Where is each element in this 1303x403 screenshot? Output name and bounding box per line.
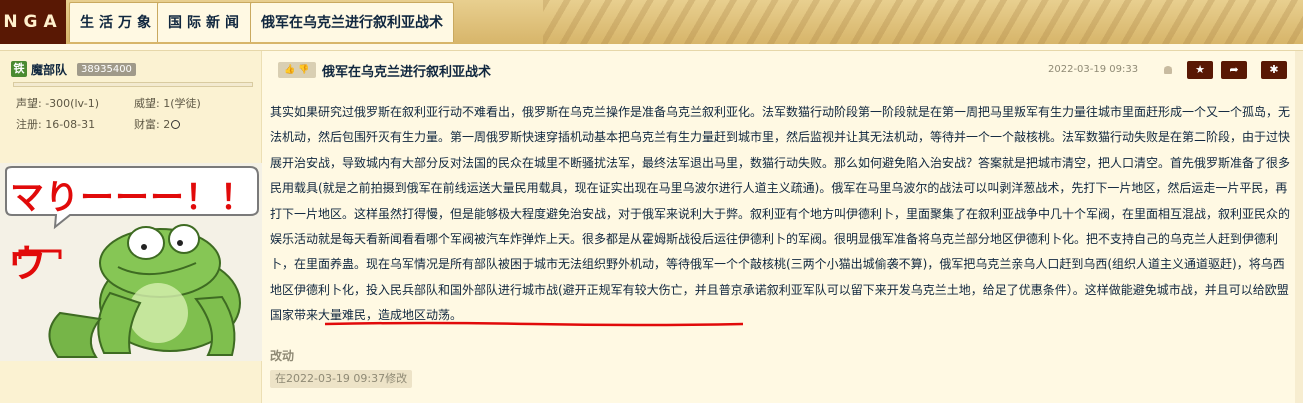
gear-icon[interactable]: ✱ — [1261, 61, 1287, 79]
post-title: 俄军在乌克兰进行叙利亚战术 — [322, 65, 492, 80]
scrollbar[interactable] — [1295, 51, 1303, 403]
bracket-label: ウ — [8, 242, 47, 286]
user-line: 铁 魔部队 38935400 — [11, 60, 136, 78]
edit-time: 在2022-03-19 09:37修改 — [270, 370, 413, 388]
stat-registered: 注册: 16-08-31 — [16, 118, 96, 131]
post-text-highlight: 并且普京承诺叙利亚军队可以留下来开发乌克兰土地，给足了优惠条件） — [694, 282, 1073, 297]
reputation-bar — [13, 82, 253, 87]
android-icon — [1164, 66, 1172, 74]
speech-text: マりーーー！！ — [10, 178, 255, 218]
nav-tab-international-news[interactable]: 国际新闻 — [157, 2, 255, 42]
top-nav-bar: NGA 生活万象 国际新闻 俄军在乌克兰进行叙利亚战术 — [0, 0, 1303, 44]
nga-logo[interactable]: NGA — [0, 0, 66, 44]
red-underline-mark — [324, 321, 744, 327]
user-badge: 铁 — [11, 61, 27, 77]
forum-post: 铁 魔部队 38935400 声望: -300(lv-1) 威望: 1(学徒) … — [0, 50, 1303, 403]
user-avatar[interactable]: マりーーー！！ ウ — [0, 163, 262, 361]
username-link[interactable]: 魔部队 — [31, 61, 67, 78]
nav-tab-thread[interactable]: 俄军在乌克兰进行叙利亚战术 — [250, 2, 454, 42]
post-text-before: 其实如果研究过俄罗斯在叙利亚行动不难看出，俄罗斯在乌克兰操作是准备乌克兰叙利亚化… — [270, 105, 1291, 297]
thumbs-up-icon[interactable]: 👍 👎 — [278, 62, 316, 78]
user-sidebar: 铁 魔部队 38935400 声望: -300(lv-1) 威望: 1(学徒) … — [0, 51, 262, 403]
stat-prestige: 威望: 1(学徒) — [134, 97, 201, 110]
wealth-value: 财富: 2 — [134, 118, 171, 131]
favorite-star-icon[interactable]: ★ — [1187, 61, 1213, 79]
nav-tab-life[interactable]: 生活万象 — [69, 2, 167, 42]
share-arrow-icon[interactable]: ➦ — [1221, 61, 1247, 79]
user-id: 38935400 — [77, 62, 136, 76]
post-content: 其实如果研究过俄罗斯在叙利亚行动不难看出，俄罗斯在乌克兰操作是准备乌克兰叙利亚化… — [270, 100, 1292, 329]
post-header: 👍 👎 俄军在乌克兰进行叙利亚战术 2022-03-19 09:33 ★ ➦ ✱ — [270, 59, 1295, 81]
coin-icon — [171, 120, 181, 129]
header-decoration — [543, 0, 1303, 44]
post-time: 2022-03-19 09:33 — [1048, 64, 1139, 75]
stat-wealth: 财富: 2 — [134, 116, 181, 132]
stat-reputation: 声望: -300(lv-1) — [16, 97, 99, 110]
edit-label: 改动 — [270, 349, 295, 363]
